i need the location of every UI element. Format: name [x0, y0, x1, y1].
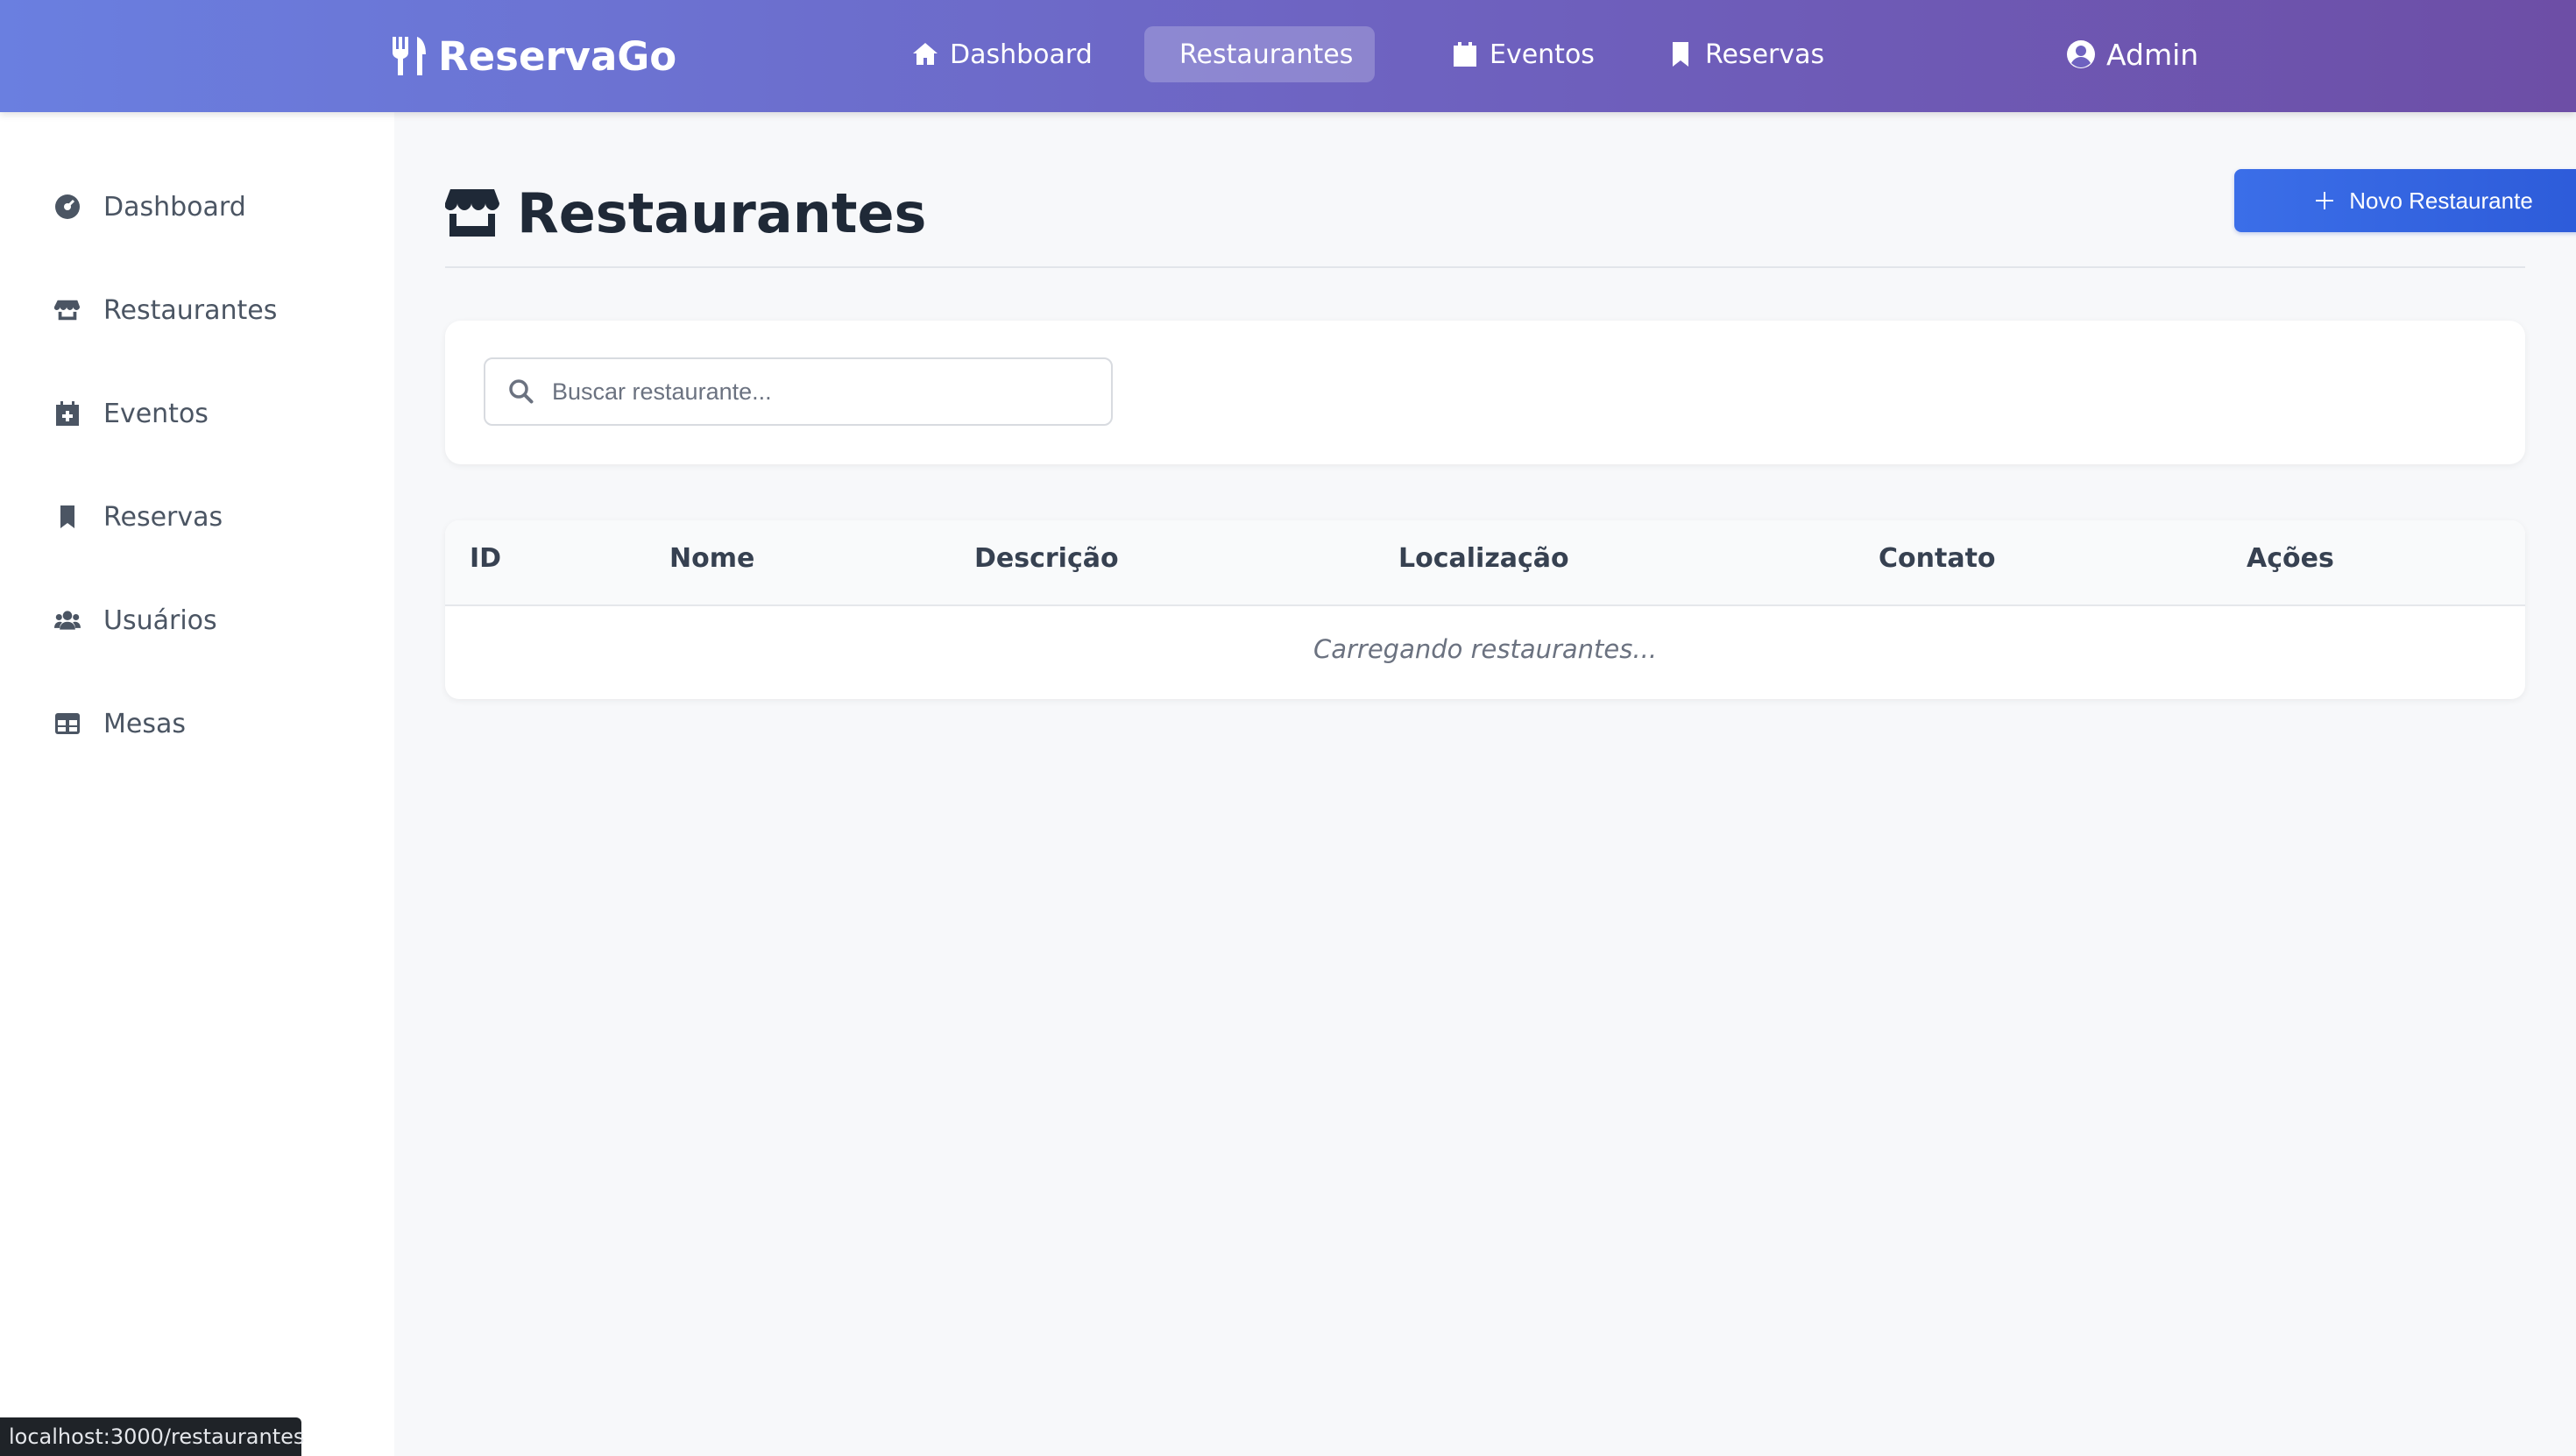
nav-item-reservas[interactable]: Reservas — [1642, 26, 1849, 82]
nav-item-label: Restaurantes — [1179, 39, 1354, 70]
sidebar-item-dashboard[interactable]: Dashboard — [54, 180, 246, 233]
search-input[interactable] — [552, 378, 1095, 406]
sidebar: Dashboard Restaurantes Eventos Reservas … — [0, 112, 394, 1456]
new-restaurant-button[interactable]: Novo Restaurante — [2234, 169, 2576, 232]
page-title-text: Restaurantes — [517, 180, 927, 245]
nav-item-dashboard[interactable]: Dashboard — [887, 26, 1117, 82]
user-name: Admin — [2106, 37, 2199, 72]
column-header-acoes: Ações — [2247, 543, 2334, 574]
sidebar-item-label: Reservas — [103, 501, 223, 533]
column-header-id: ID — [470, 543, 502, 574]
header-divider — [445, 266, 2525, 268]
bookmark-icon — [60, 505, 74, 528]
search-icon — [509, 379, 534, 404]
calendar-icon — [1454, 42, 1476, 67]
column-header-descricao: Descrição — [974, 543, 1119, 574]
bookmark-icon — [1673, 42, 1688, 67]
search-box[interactable] — [484, 357, 1113, 426]
nav-item-label: Reservas — [1705, 39, 1825, 70]
nav-item-eventos[interactable]: Eventos — [1426, 26, 1619, 82]
users-icon — [54, 611, 81, 630]
sidebar-item-label: Mesas — [103, 708, 186, 739]
sidebar-item-label: Restaurantes — [103, 294, 278, 326]
page-title: Restaurantes — [445, 173, 926, 252]
calendar-plus-icon — [56, 401, 79, 426]
sidebar-item-restaurantes[interactable]: Restaurantes — [54, 284, 277, 336]
gauge-icon — [55, 194, 80, 219]
loading-message: Carregando restaurantes... — [1313, 634, 1658, 664]
main-content: Restaurantes Novo Restaurante ID Nome De… — [394, 112, 2576, 1456]
nav-item-label: Dashboard — [950, 39, 1093, 70]
nav-item-label: Eventos — [1490, 39, 1595, 70]
table-header: ID Nome Descrição Localização Contato Aç… — [445, 520, 2525, 606]
top-navbar: ReservaGo Dashboard Restaurantes Eventos… — [0, 0, 2576, 112]
store-icon — [54, 300, 81, 321]
user-menu[interactable]: Admin — [2042, 26, 2223, 82]
column-header-contato: Contato — [1879, 543, 1996, 574]
column-header-nome: Nome — [669, 543, 755, 574]
sidebar-item-mesas[interactable]: Mesas — [54, 697, 186, 750]
utensils-icon — [393, 37, 426, 75]
new-restaurant-button-label: Novo Restaurante — [2349, 187, 2533, 214]
search-card — [445, 321, 2525, 464]
sidebar-item-usuarios[interactable]: Usuários — [54, 594, 217, 647]
user-circle-icon — [2067, 40, 2095, 68]
status-bar-url: localhost:3000/restaurantes — [0, 1417, 304, 1456]
sidebar-item-label: Dashboard — [103, 191, 246, 223]
home-icon — [913, 43, 938, 65]
nav-item-restaurantes[interactable]: Restaurantes — [1144, 26, 1375, 82]
sidebar-item-label: Usuários — [103, 604, 217, 636]
restaurants-table: ID Nome Descrição Localização Contato Aç… — [445, 520, 2525, 699]
store-icon — [445, 189, 499, 237]
sidebar-item-label: Eventos — [103, 398, 209, 429]
table-icon — [55, 713, 80, 734]
column-header-localizacao: Localização — [1398, 543, 1569, 574]
brand-logo[interactable]: ReservaGo — [391, 30, 676, 82]
brand-name: ReservaGo — [438, 32, 677, 80]
sidebar-item-eventos[interactable]: Eventos — [54, 387, 209, 440]
sidebar-item-reservas[interactable]: Reservas — [54, 491, 223, 543]
plus-icon — [2316, 192, 2334, 209]
